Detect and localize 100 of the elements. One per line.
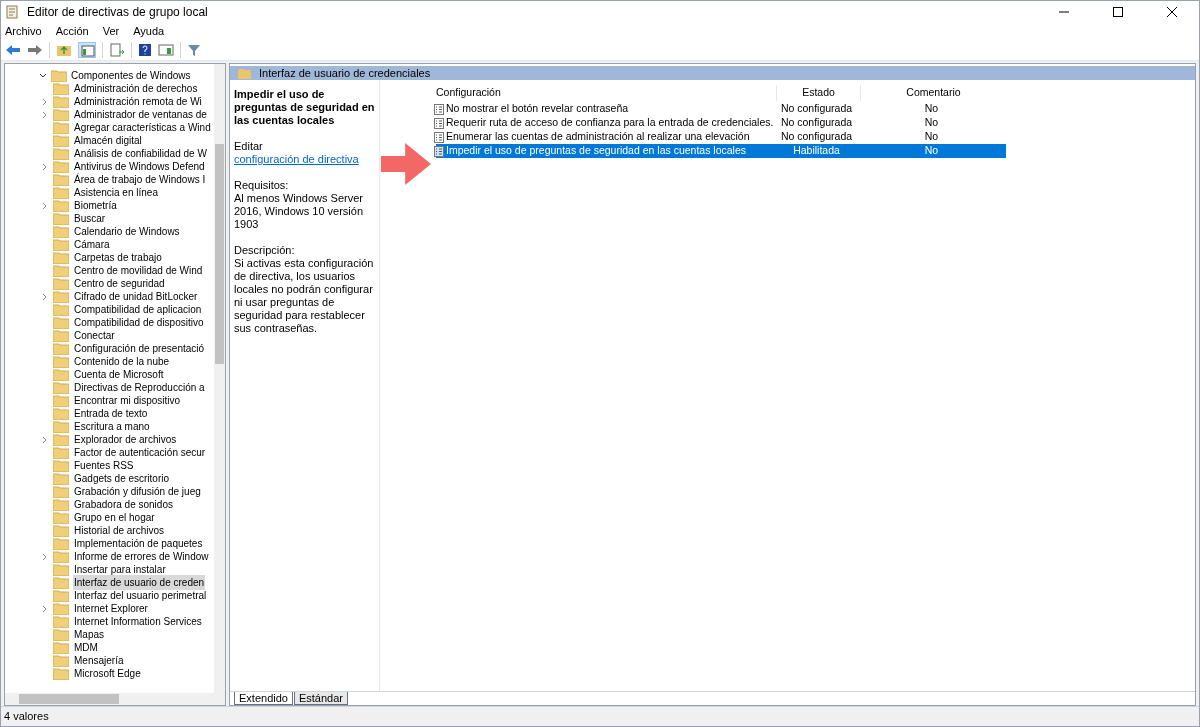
tree-item[interactable]: Agregar características a Wind <box>73 120 212 135</box>
chevron-down-icon[interactable] <box>39 71 47 80</box>
table-cell: Impedir el uso de preguntas de seguridad en las cuentas locales <box>446 143 747 159</box>
chevron-right-icon[interactable] <box>41 162 49 171</box>
console-tree-icon[interactable] <box>78 41 96 58</box>
chevron-right-icon[interactable] <box>41 435 49 444</box>
tree-item[interactable]: Encontrar mi dispositivo <box>73 393 182 408</box>
folder-icon <box>53 186 69 199</box>
setting-icon <box>434 131 444 143</box>
folder-icon <box>53 95 69 108</box>
tree-item[interactable]: Cámara <box>73 237 111 252</box>
tree-item[interactable]: Microsoft Edge <box>73 666 142 681</box>
folder-icon <box>53 290 69 303</box>
column-header[interactable]: Configuración <box>436 85 776 101</box>
chevron-right-icon[interactable] <box>41 552 49 561</box>
folder-icon <box>53 498 69 511</box>
tab[interactable]: Extendido <box>234 692 293 705</box>
tree-item[interactable]: Análisis de confiabilidad de W <box>73 146 208 161</box>
policy-link[interactable]: configuración de directiva <box>234 153 359 166</box>
tree-item[interactable]: Administrador de ventanas de <box>73 107 208 122</box>
tree-item[interactable]: Área de trabajo de Windows I <box>73 172 207 187</box>
tree-item[interactable]: Almacén digital <box>73 133 143 148</box>
tree-item[interactable]: Carpetas de trabajo <box>73 250 163 265</box>
pane-title: Interfaz de usuario de credenciales <box>259 65 431 81</box>
tree-item[interactable]: Mensajería <box>73 653 125 668</box>
tree-item[interactable]: Configuración de presentació <box>73 341 206 356</box>
tree-item[interactable]: Compatibilidad de dispositivo <box>73 315 205 330</box>
menu-item[interactable]: Ver <box>102 22 120 40</box>
folder-icon <box>53 394 69 407</box>
tree-item[interactable]: Buscar <box>73 211 107 226</box>
table-row[interactable]: No mostrar el botón revelar contraseña No configurada No <box>436 102 1006 116</box>
folder-icon <box>53 602 69 615</box>
chevron-right-icon[interactable] <box>41 97 49 106</box>
tree-item[interactable]: Cuenta de Microsoft <box>73 367 165 382</box>
folder-icon <box>53 615 69 628</box>
table-row[interactable]: Requerir ruta de acceso de confianza para la entrada de credenciales. No configurada No <box>436 116 1006 130</box>
column-header[interactable]: Comentario <box>861 85 1006 101</box>
tree-item[interactable]: Gadgets de escritorio <box>73 471 171 486</box>
table-row[interactable]: Impedir el uso de preguntas de seguridad en las cuentas locales Habilitada No <box>436 144 1006 158</box>
policy-title: Impedir el uso de preguntas de seguridad en las cuentas locales <box>234 88 375 127</box>
chevron-right-icon[interactable] <box>41 604 49 613</box>
export-icon[interactable] <box>109 42 125 57</box>
tree-item[interactable]: Insertar para instalar <box>73 562 167 577</box>
chevron-right-icon[interactable] <box>41 201 49 210</box>
tree-item[interactable]: Interfaz de usuario de creden <box>73 575 206 590</box>
tree-item[interactable]: Biometría <box>73 198 118 213</box>
tree-item[interactable]: Historial de archivos <box>73 523 166 538</box>
chevron-right-icon[interactable] <box>41 110 49 119</box>
tree-item[interactable]: Grabadora de sonidos <box>73 497 174 512</box>
folder-icon <box>53 160 69 173</box>
tree-item[interactable]: Administración de derechos <box>73 81 199 96</box>
folder-icon <box>238 67 251 79</box>
folder-icon <box>53 264 69 277</box>
filter-icon[interactable] <box>187 42 201 57</box>
properties-icon[interactable] <box>158 42 174 57</box>
tree-item[interactable]: Componentes de Windows <box>71 68 191 83</box>
tree-item[interactable]: Mapas <box>73 627 105 642</box>
folder-icon <box>53 303 69 316</box>
tree-item[interactable]: Conectar <box>73 328 116 343</box>
tree-item[interactable]: Fuentes RSS <box>73 458 135 473</box>
tree-item[interactable]: Grabación y difusión de jueg <box>73 484 202 499</box>
tab[interactable]: Estándar <box>293 692 348 705</box>
folder-icon <box>53 82 69 95</box>
menu-item[interactable]: Archivo <box>5 22 42 40</box>
table-cell-text: No configurada <box>779 101 854 117</box>
tree-item[interactable]: Directivas de Reproducción a <box>73 380 206 395</box>
tree-item[interactable]: Factor de autenticación secur <box>73 445 207 460</box>
tree-item[interactable]: Escritura a mano <box>73 419 151 434</box>
tree-item[interactable]: Grupo en el hogar <box>73 510 156 525</box>
vertical-scrollbar[interactable] <box>214 64 225 693</box>
help-icon[interactable] <box>138 42 152 57</box>
tree-item[interactable]: Centro de movilidad de Wind <box>73 263 204 278</box>
tree-item[interactable]: Explorador de archivos <box>73 432 178 447</box>
tree-item[interactable]: Antivirus de Windows Defend <box>73 159 206 174</box>
tree-item[interactable]: Informe de errores de Window <box>73 549 210 564</box>
tree-item[interactable]: MDM <box>73 640 99 655</box>
tree-item[interactable]: Asistencia en línea <box>73 185 159 200</box>
horizontal-scrollbar[interactable] <box>5 693 225 705</box>
forward-icon[interactable] <box>27 42 43 57</box>
description-text: Descripción: Si activas esta configuración de directiva, los usuarios locales no podrán configurar ni usar preguntas de seguridad para restablecer sus contraseñas. <box>234 244 375 335</box>
menu-item[interactable]: Acción <box>55 22 89 40</box>
tree-item[interactable]: Entrada de texto <box>73 406 149 421</box>
table-row[interactable]: Enumerar las cuentas de administración al realizar una elevación No configurada No <box>436 130 1006 144</box>
tree-item[interactable]: Implementación de paquetes <box>73 536 204 551</box>
tree-item[interactable]: Calendario de Windows <box>73 224 181 239</box>
tree-item[interactable]: Contenido de la nube <box>73 354 171 369</box>
tree-item[interactable]: Internet Information Services <box>73 614 203 629</box>
folder-icon <box>53 108 69 121</box>
tree-item[interactable]: Interfaz del usuario perimetral <box>73 588 208 603</box>
tree-item[interactable]: Centro de seguridad <box>73 276 166 291</box>
menu-item[interactable]: Ayuda <box>133 22 165 40</box>
back-icon[interactable] <box>5 42 21 57</box>
tree-item[interactable]: Internet Explorer <box>73 601 149 616</box>
tree-item[interactable]: Cifrado de unidad BitLocker <box>73 289 199 304</box>
folder-icon <box>53 212 69 225</box>
chevron-right-icon[interactable] <box>41 292 49 301</box>
tree-item[interactable]: Administración remota de Wi <box>73 94 203 109</box>
column-header[interactable]: Estado <box>776 85 861 101</box>
tree-item[interactable]: Compatibilidad de aplicacion <box>73 302 203 317</box>
table-cell-text: No <box>923 143 940 159</box>
